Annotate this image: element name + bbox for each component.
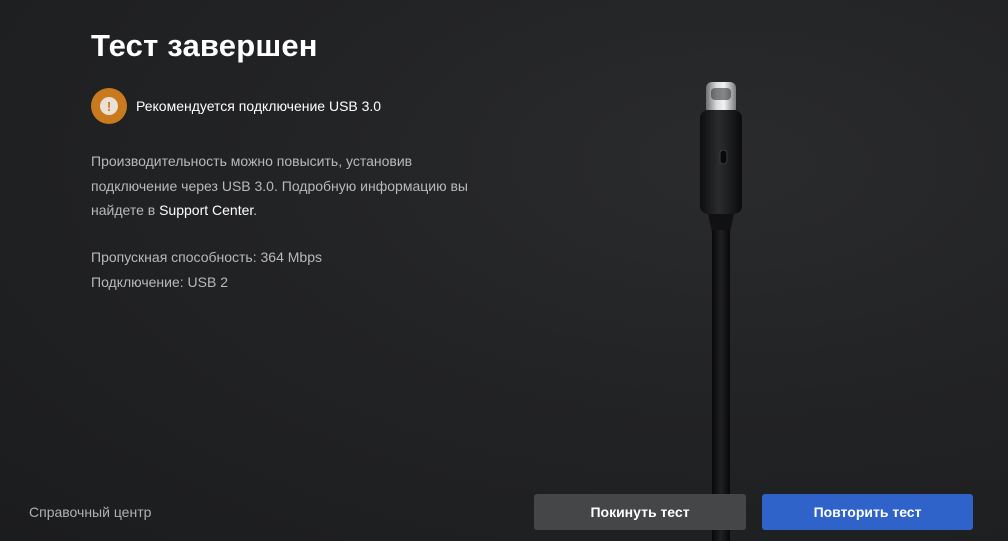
exclamation-icon: !: [91, 88, 127, 124]
retry-test-button[interactable]: Повторить тест: [762, 494, 973, 530]
exclamation-icon-inner: !: [100, 97, 118, 115]
description-text: Производительность можно повысить, устан…: [91, 149, 491, 223]
usb-test-result-screen: Тест завершен ! Рекомендуется подключени…: [0, 0, 1008, 541]
warning-text: Рекомендуется подключение USB 3.0: [136, 98, 382, 114]
warning-row: ! Рекомендуется подключение USB 3.0: [91, 88, 381, 124]
support-center-link[interactable]: Support Center: [159, 202, 253, 218]
description-body: Производительность можно повысить, устан…: [91, 153, 468, 218]
description-end: .: [253, 202, 258, 218]
bandwidth-stat: Пропускная способность: 364 Mbps: [91, 249, 322, 265]
usb-c-cable-illustration: [700, 82, 742, 541]
leave-test-button[interactable]: Покинуть тест: [534, 494, 746, 530]
help-center-link[interactable]: Справочный центр: [29, 504, 151, 520]
page-title: Тест завершен: [91, 28, 318, 63]
connection-stat: Подключение: USB 2: [91, 273, 229, 290]
stats-block: Пропускная способность: 364 Mbps Подключ…: [91, 245, 322, 294]
